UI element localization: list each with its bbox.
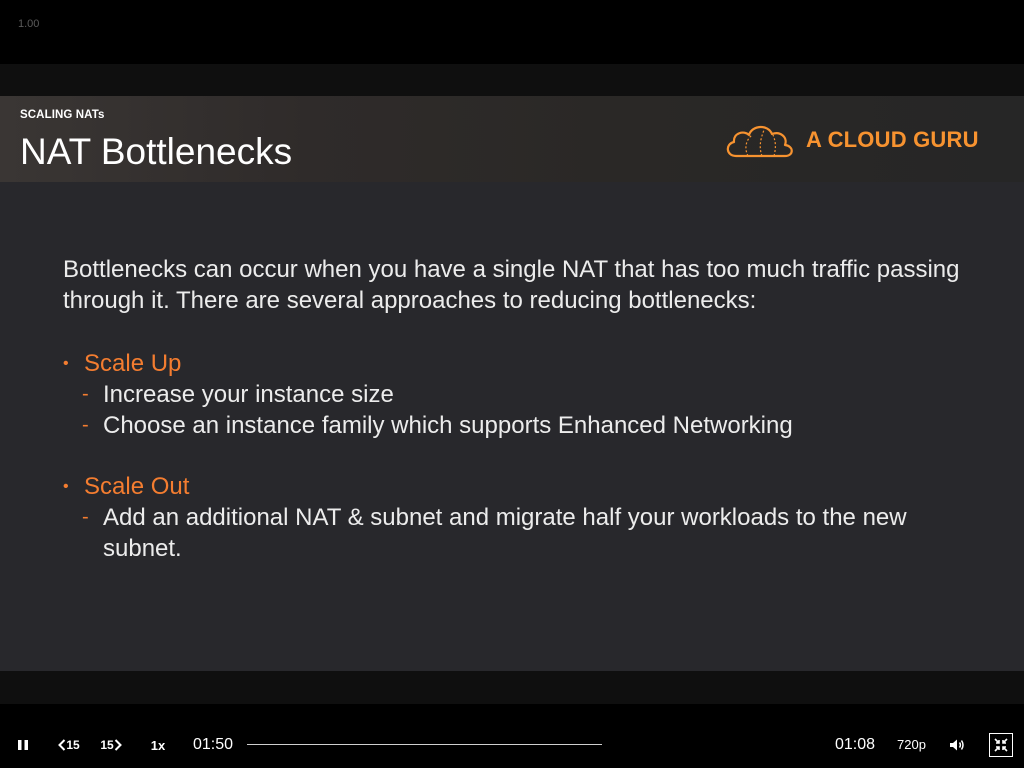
zoom-readout: 1.00 xyxy=(18,18,40,30)
volume-icon xyxy=(950,739,964,751)
rewind-15-button[interactable]: 15 xyxy=(56,734,82,756)
sub-bullet: Choose an instance family which supports… xyxy=(63,410,963,441)
rewind-15-icon xyxy=(58,739,66,751)
slide-header: SCALING NATs NAT Bottlenecks A CLOUD GUR… xyxy=(0,96,1024,182)
forward-15-icon xyxy=(114,739,122,751)
slide-kicker: SCALING NATs xyxy=(20,109,105,121)
exit-fullscreen-icon xyxy=(994,738,1008,752)
player-controls: 15 15 1x 01:50 01:08 720p xyxy=(0,724,1024,766)
forward-15-label: 15 xyxy=(100,738,114,752)
bullet-scale-up: Scale Up xyxy=(63,348,963,379)
slide-body: Bottlenecks can occur when you have a si… xyxy=(63,254,963,564)
pause-button[interactable] xyxy=(12,734,34,756)
slide: SCALING NATs NAT Bottlenecks A CLOUD GUR… xyxy=(0,96,1024,671)
forward-15-button[interactable]: 15 xyxy=(98,734,124,756)
elapsed-time: 01:50 xyxy=(193,736,234,753)
sub-bullet: Increase your instance size xyxy=(63,379,963,410)
logo-text: A CLOUD GURU xyxy=(806,127,979,152)
progress-bar[interactable] xyxy=(247,744,602,745)
volume-button[interactable] xyxy=(946,734,968,756)
quality-button[interactable]: 720p xyxy=(897,737,926,752)
cloud-logo-icon xyxy=(726,125,793,158)
bullet-scale-out: Scale Out xyxy=(63,471,963,502)
pause-icon xyxy=(18,740,28,750)
remaining-time: 01:08 xyxy=(835,736,876,753)
intro-paragraph: Bottlenecks can occur when you have a si… xyxy=(63,256,960,314)
exit-fullscreen-button[interactable] xyxy=(989,733,1013,757)
sub-bullet: Add an additional NAT & subnet and migra… xyxy=(63,502,963,564)
playback-speed-button[interactable]: 1x xyxy=(146,734,170,756)
rewind-15-label: 15 xyxy=(66,738,80,752)
brand-logo: A CLOUD GURU xyxy=(722,118,1002,162)
slide-title: NAT Bottlenecks xyxy=(20,131,293,172)
